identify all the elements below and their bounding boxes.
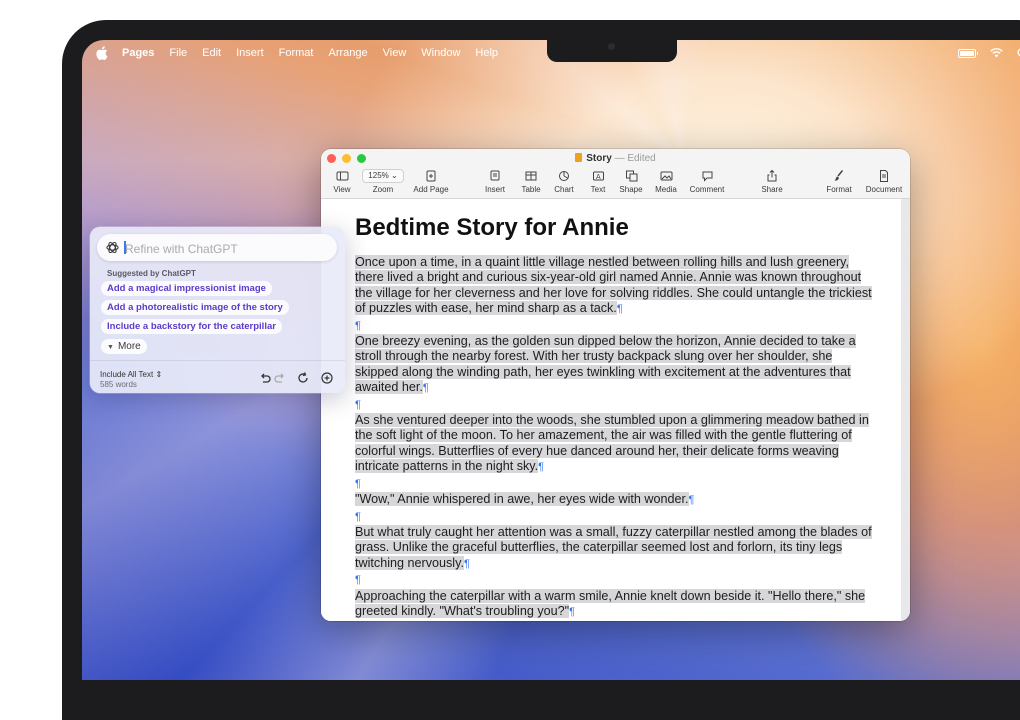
suggestion-caterpillar-backstory[interactable]: Include a backstory for the caterpillar xyxy=(101,319,282,334)
empty-paragraph[interactable]: ¶ xyxy=(355,397,877,413)
desktop: Pages File Edit Insert Format Arrange Vi… xyxy=(82,40,1020,680)
shape-icon xyxy=(625,170,637,182)
apple-icon[interactable] xyxy=(96,46,108,60)
battery-icon[interactable] xyxy=(958,48,978,58)
pages-window: Story — Edited View 125% ⌄ Zoom Add Page… xyxy=(321,149,910,621)
menu-window[interactable]: Window xyxy=(421,47,460,59)
zoom-control[interactable]: 125% ⌄ Zoom xyxy=(361,169,405,194)
redo-icon[interactable] xyxy=(273,371,287,385)
menu-file[interactable]: File xyxy=(169,47,187,59)
menu-help[interactable]: Help xyxy=(475,47,498,59)
view-button[interactable]: View xyxy=(331,169,353,194)
empty-paragraph[interactable]: ¶ xyxy=(355,476,877,492)
format-button[interactable]: Format xyxy=(824,169,854,194)
media-icon xyxy=(660,171,672,181)
edited-status: Edited xyxy=(627,153,656,164)
sidebar-icon xyxy=(336,171,348,181)
paragraph[interactable]: As she ventured deeper into the woods, s… xyxy=(355,413,877,476)
writing-tools-panel: Suggested by ChatGPT Add a magical impre… xyxy=(90,227,345,393)
pilcrow-mark: ¶ xyxy=(355,319,361,332)
paragraph[interactable]: "Wow," Annie whispered in awe, her eyes … xyxy=(355,492,877,508)
paragraph[interactable]: But what truly caught her attention was … xyxy=(355,524,877,572)
camera-notch xyxy=(547,40,677,62)
table-button[interactable]: Table xyxy=(519,169,543,194)
share-button[interactable]: Share xyxy=(758,169,786,194)
word-count: 585 words xyxy=(100,380,137,389)
menu-format[interactable]: Format xyxy=(279,47,314,59)
scrollbar[interactable] xyxy=(902,201,908,321)
refine-input[interactable] xyxy=(123,238,327,259)
pilcrow-mark: ¶ xyxy=(569,605,576,618)
document-name[interactable]: Story xyxy=(586,153,612,164)
suggestion-magical-image[interactable]: Add a magical impressionist image xyxy=(101,281,272,296)
empty-paragraph[interactable]: ¶ xyxy=(355,318,877,334)
media-button[interactable]: Media xyxy=(653,169,679,194)
suggested-label: Suggested by ChatGPT xyxy=(107,269,196,278)
paragraph[interactable]: Once upon a time, in a quaint little vil… xyxy=(355,255,877,318)
document-inspector-icon xyxy=(880,170,888,182)
document-canvas: Bedtime Story for Annie Once upon a time… xyxy=(321,199,910,621)
text-box-icon: A xyxy=(592,171,604,181)
comment-button[interactable]: Comment xyxy=(687,169,727,194)
pilcrow-mark: ¶ xyxy=(355,477,361,490)
camera-icon xyxy=(608,43,615,50)
share-icon xyxy=(767,169,777,182)
menu-arrange[interactable]: Arrange xyxy=(328,47,367,59)
window-title: Story — Edited xyxy=(321,153,910,164)
wifi-icon[interactable] xyxy=(990,48,1003,58)
empty-paragraph[interactable]: ¶ xyxy=(355,572,877,588)
chart-icon xyxy=(559,171,569,181)
include-all-text-toggle[interactable]: Include All Text ⇕ xyxy=(100,370,162,379)
menu-app-pages[interactable]: Pages xyxy=(122,47,154,59)
menu-edit[interactable]: Edit xyxy=(202,47,221,59)
paragraph[interactable]: One breezy evening, as the golden sun di… xyxy=(355,334,877,397)
document-title[interactable]: Bedtime Story for Annie xyxy=(355,214,629,242)
add-page-button[interactable]: Add Page xyxy=(411,169,451,194)
pilcrow-mark: ¶ xyxy=(538,461,545,474)
pilcrow-mark: ¶ xyxy=(422,382,429,395)
add-icon[interactable] xyxy=(320,371,334,385)
chevron-down-icon: ▼ xyxy=(107,344,114,351)
pilcrow-mark: ¶ xyxy=(463,557,470,570)
pilcrow-mark: ¶ xyxy=(688,494,695,507)
pilcrow-mark: ¶ xyxy=(355,574,361,587)
status-area xyxy=(958,40,1020,66)
empty-paragraph[interactable]: ¶ xyxy=(355,509,877,525)
pilcrow-mark: ¶ xyxy=(616,303,623,316)
comment-icon xyxy=(702,171,712,182)
document-button[interactable]: Document xyxy=(863,169,905,194)
window-toolbar: Story — Edited View 125% ⌄ Zoom Add Page… xyxy=(321,149,910,199)
text-caret xyxy=(124,241,126,254)
more-button[interactable]: ▼ More xyxy=(101,339,147,354)
divider xyxy=(90,360,345,361)
suggestion-photorealistic-image[interactable]: Add a photorealistic image of the story xyxy=(101,300,289,315)
menu-insert[interactable]: Insert xyxy=(236,47,264,59)
text-button[interactable]: A Text xyxy=(586,169,610,194)
chart-button[interactable]: Chart xyxy=(552,169,576,194)
shape-button[interactable]: Shape xyxy=(617,169,645,194)
document-page[interactable]: Bedtime Story for Annie Once upon a time… xyxy=(321,199,901,621)
menu-view[interactable]: View xyxy=(383,47,407,59)
table-icon xyxy=(525,171,537,181)
insert-icon xyxy=(490,170,500,181)
svg-text:A: A xyxy=(596,174,601,181)
insert-button[interactable]: Insert xyxy=(483,169,507,194)
document-icon xyxy=(575,153,583,162)
updown-chevron-icon: ⇕ xyxy=(155,370,163,379)
chatgpt-refine-field[interactable] xyxy=(97,234,337,261)
paintbrush-icon xyxy=(834,170,844,181)
paragraph[interactable]: Approaching the caterpillar with a warm … xyxy=(355,588,877,621)
zoom-select[interactable]: 125% ⌄ xyxy=(362,169,404,183)
rewrite-icon[interactable] xyxy=(296,371,310,385)
pilcrow-mark: ¶ xyxy=(355,398,361,411)
document-body[interactable]: Once upon a time, in a quaint little vil… xyxy=(355,255,877,621)
pilcrow-mark: ¶ xyxy=(355,510,361,523)
chatgpt-icon xyxy=(106,241,119,254)
add-page-icon xyxy=(426,170,436,182)
chevron-down-icon: ⌄ xyxy=(391,171,398,180)
empty-paragraph[interactable]: ¶ xyxy=(355,620,877,621)
undo-icon[interactable] xyxy=(258,371,272,385)
